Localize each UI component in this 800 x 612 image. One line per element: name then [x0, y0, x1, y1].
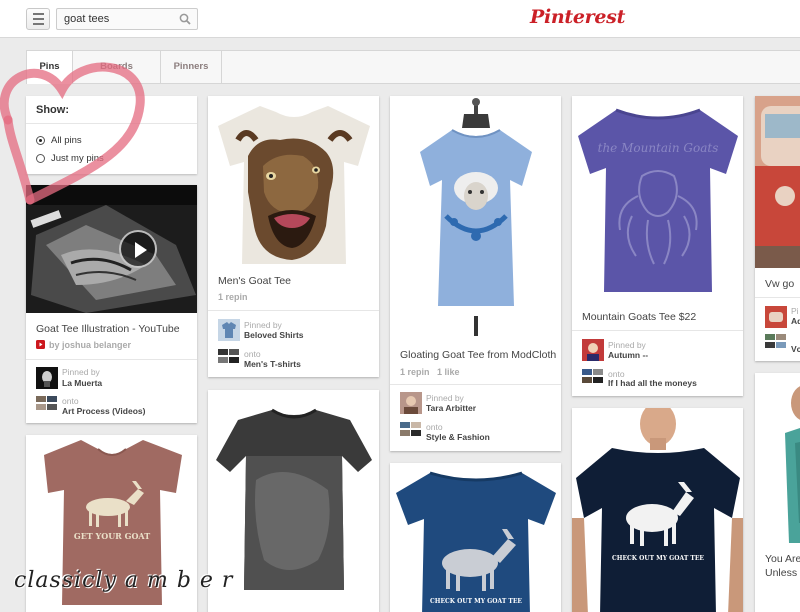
pinned-by-label: Pinned by [608, 340, 646, 350]
pin-modcloth[interactable]: Gloating Goat Tee from ModCloth 1 repin … [390, 96, 561, 451]
pinner-name[interactable]: Beloved Shirts [244, 330, 304, 340]
onto-label: onto [62, 396, 79, 406]
onto-label: onto [426, 422, 443, 432]
pin-partial-right[interactable]: You Are Unless Y [755, 373, 800, 612]
shirt-text: CHECK OUT MY GOAT TEE [430, 598, 522, 605]
show-title: Show: [36, 104, 69, 116]
pinner-avatar[interactable] [36, 367, 58, 389]
board-thumbnails[interactable] [36, 396, 58, 410]
pin-image[interactable] [755, 96, 800, 268]
pin-image[interactable]: the Mountain Goats [572, 96, 743, 296]
filter-all-pins[interactable]: All pins [36, 135, 82, 146]
pin-model-goat-tee[interactable]: CHECK OUT MY GOAT TEE [572, 408, 743, 612]
pinner-name[interactable]: Autumn -- [608, 350, 648, 360]
pinner-name[interactable]: Tara Arbitter [426, 403, 476, 413]
tab-pinners[interactable]: Pinners [161, 51, 222, 83]
pinned-by-label: Pinned by [426, 393, 464, 403]
filter-my-pins[interactable]: Just my pins [36, 153, 104, 164]
search-tabs: Pins Boards Pinners [26, 50, 800, 84]
shirt-text: the Mountain Goats [598, 141, 719, 155]
pin-image[interactable] [755, 373, 800, 543]
filter-all-pins-label: All pins [51, 135, 82, 146]
pin-image[interactable]: CHECK OUT MY GOAT TEE [572, 408, 743, 612]
pin-description-line2[interactable]: Unless Y [765, 567, 800, 579]
board-name-partial[interactable]: Vc [791, 344, 800, 354]
board-thumbnails[interactable] [218, 349, 240, 363]
pinned-by-label: Pinned by [62, 367, 100, 377]
pinner-name-partial[interactable]: Ad [791, 316, 800, 326]
shirt-text: CHECK OUT MY GOAT TEE [612, 555, 704, 562]
pin-description[interactable]: Vw go [765, 278, 794, 290]
youtube-icon [36, 340, 45, 349]
tab-boards[interactable]: Boards [73, 51, 161, 83]
board-name[interactable]: If I had all the moneys [608, 378, 697, 388]
menu-icon[interactable] [26, 8, 50, 30]
pinner-avatar[interactable] [765, 306, 787, 328]
onto-label: onto [244, 349, 261, 359]
board-name[interactable]: Style & Fashion [426, 432, 490, 442]
pin-image[interactable] [390, 96, 561, 336]
filter-my-pins-label: Just my pins [51, 153, 104, 164]
search-value: goat tees [64, 13, 110, 25]
radio-all-pins[interactable] [36, 136, 45, 145]
shirt-text: GET YOUR GOAT [74, 531, 150, 541]
search-icon[interactable] [179, 13, 191, 25]
pin-description[interactable]: Goat Tee Illustration - YouTube [36, 323, 180, 335]
board-thumbnails[interactable] [582, 369, 604, 383]
pinner-avatar[interactable] [582, 339, 604, 361]
pinned-by-label: Pinned by [244, 320, 282, 330]
pin-check-out-goat[interactable]: CHECK OUT MY GOAT TEE [390, 463, 561, 612]
pin-image[interactable]: CHECK OUT MY GOAT TEE [390, 463, 561, 612]
pinner-avatar[interactable] [400, 392, 422, 414]
watermark: classicly a m b e r [14, 568, 234, 593]
pin-byline[interactable]: by joshua belanger [49, 340, 131, 350]
board-thumbnails[interactable] [400, 422, 422, 436]
pin-description[interactable]: Mountain Goats Tee $22 [582, 311, 696, 323]
pin-stats: 1 repin [218, 292, 248, 302]
pin-description[interactable]: Men's Goat Tee [218, 275, 291, 287]
pin-stats: 1 repin 1 like [400, 367, 460, 377]
pin-black-tee[interactable] [208, 390, 379, 612]
pin-image[interactable] [26, 185, 197, 313]
pin-image[interactable] [208, 96, 379, 264]
pinner-avatar[interactable] [218, 319, 240, 341]
tab-pins[interactable]: Pins [27, 51, 73, 84]
play-icon[interactable] [119, 230, 157, 268]
pinner-name[interactable]: La Muerta [62, 378, 102, 388]
pin-mountain-goats[interactable]: the Mountain Goats Mountain Goats Tee $2… [572, 96, 743, 396]
board-name[interactable]: Men's T-shirts [244, 359, 301, 369]
pin-description-line1[interactable]: You Are [765, 553, 800, 565]
pin-vw[interactable]: Vw go Pi Ad Vc [755, 96, 800, 361]
pin-image[interactable] [208, 390, 379, 612]
pin-mens-goat-tee[interactable]: Men's Goat Tee 1 repin Pinned by Beloved… [208, 96, 379, 377]
pinned-by-label-partial: Pi [791, 306, 799, 316]
pin-youtube[interactable]: Goat Tee Illustration - YouTube by joshu… [26, 185, 197, 423]
board-thumbnails[interactable] [765, 334, 787, 348]
show-filter-panel: Show: All pins Just my pins [26, 96, 197, 174]
pin-description[interactable]: Gloating Goat Tee from ModCloth [400, 349, 556, 361]
pinterest-logo[interactable]: Pinterest [530, 6, 625, 28]
top-bar: goat tees Pinterest [0, 0, 800, 38]
radio-my-pins[interactable] [36, 154, 45, 163]
board-name[interactable]: Art Process (Videos) [62, 406, 145, 416]
search-input[interactable]: goat tees [56, 8, 198, 30]
